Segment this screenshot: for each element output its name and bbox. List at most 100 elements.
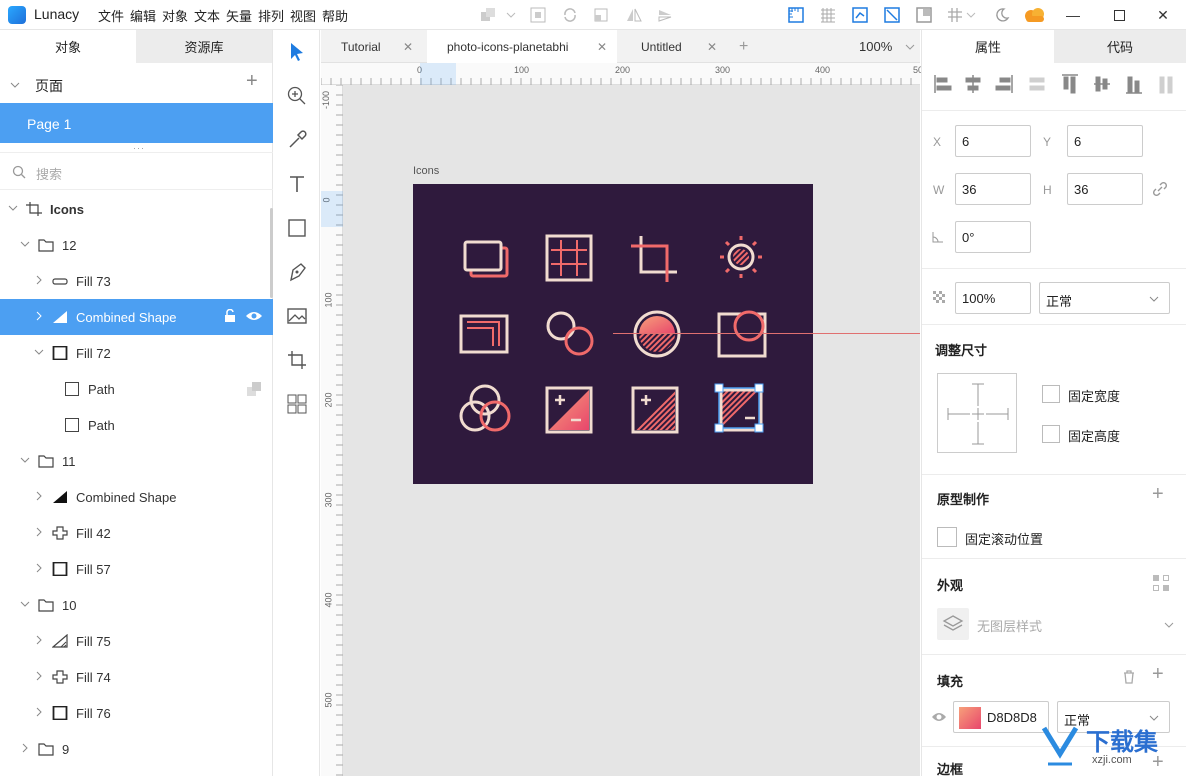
- layer-row[interactable]: Fill 76: [0, 695, 273, 731]
- chevron-down-icon[interactable]: [10, 80, 20, 90]
- eyedropper-tool-icon[interactable]: [287, 130, 307, 150]
- mask-square-icon[interactable]: [717, 310, 767, 358]
- layer-row[interactable]: 10: [0, 587, 273, 623]
- rotate-icon[interactable]: [562, 7, 578, 23]
- eye-icon[interactable]: [245, 310, 263, 325]
- fill-color-swatch[interactable]: [959, 707, 981, 729]
- layer-search[interactable]: 搜索: [0, 152, 273, 190]
- page-item-page-1[interactable]: Page 1: [0, 103, 273, 143]
- rotation-input[interactable]: 0°: [955, 221, 1031, 253]
- chevron-down-icon[interactable]: [20, 455, 30, 465]
- zoom-level[interactable]: 100%: [859, 30, 919, 63]
- y-input[interactable]: 6: [1067, 125, 1143, 157]
- chevron-right-icon[interactable]: [34, 671, 44, 681]
- text-tool-icon[interactable]: [287, 174, 307, 194]
- snap-icon[interactable]: [852, 7, 868, 23]
- image-tool-icon[interactable]: [287, 306, 307, 326]
- venn-icon[interactable]: [459, 384, 511, 432]
- chevron-right-icon[interactable]: [34, 707, 44, 717]
- add-fill-button[interactable]: +: [1152, 663, 1164, 686]
- chevron-right-icon[interactable]: [34, 563, 44, 573]
- constraints-widget[interactable]: [937, 373, 1017, 453]
- layer-row[interactable]: 11: [0, 443, 273, 479]
- fix-scroll-checkbox[interactable]: [937, 527, 957, 547]
- layer-row[interactable]: Path: [0, 371, 273, 407]
- fix-height-checkbox[interactable]: [1042, 425, 1060, 443]
- height-input[interactable]: 36: [1067, 173, 1143, 205]
- chevron-down-icon[interactable]: [506, 7, 516, 23]
- chevron-right-icon[interactable]: [34, 527, 44, 537]
- chevron-down-icon[interactable]: [1164, 620, 1174, 630]
- width-input[interactable]: 36: [955, 173, 1031, 205]
- eye-icon[interactable]: [931, 711, 947, 723]
- tab-tutorial[interactable]: Tutorial ✕: [321, 30, 425, 63]
- chevron-down-icon[interactable]: [20, 239, 30, 249]
- frame-icon[interactable]: [459, 314, 509, 354]
- layer-row[interactable]: Combined Shape: [0, 299, 273, 335]
- union-icon[interactable]: [480, 7, 496, 23]
- crop-icon[interactable]: [593, 7, 609, 23]
- artboard-label[interactable]: Icons: [413, 165, 439, 177]
- artboard-tool-icon[interactable]: [287, 350, 307, 370]
- fill-color-field[interactable]: D8D8D8: [953, 701, 1049, 733]
- mask-indicator-icon[interactable]: [247, 382, 261, 399]
- selected-exposure-icon[interactable]: [714, 383, 764, 433]
- chevron-right-icon[interactable]: [34, 275, 44, 285]
- mask-icon[interactable]: [530, 7, 546, 23]
- menu-edit[interactable]: 编辑: [130, 6, 162, 25]
- grid-layout-icon[interactable]: [820, 7, 836, 23]
- close-tab-icon[interactable]: ✕: [707, 40, 717, 54]
- layer-row[interactable]: 9: [0, 731, 273, 767]
- tab-code[interactable]: 代码: [1054, 30, 1186, 63]
- unlock-icon[interactable]: [224, 308, 236, 326]
- tab-objects[interactable]: 对象: [0, 30, 136, 63]
- brightness-icon[interactable]: [720, 236, 762, 278]
- dark-mode-icon[interactable]: [994, 7, 1010, 23]
- layer-row[interactable]: Fill 73: [0, 263, 273, 299]
- flip-horizontal-icon[interactable]: [626, 7, 642, 23]
- fix-width-checkbox[interactable]: [1042, 385, 1060, 403]
- layer-row[interactable]: Path: [0, 407, 273, 443]
- chevron-down-icon[interactable]: [966, 7, 976, 23]
- pen-tool-icon[interactable]: [287, 262, 307, 282]
- rectangle-tool-icon[interactable]: [287, 218, 307, 238]
- close-tab-icon[interactable]: ✕: [403, 40, 413, 54]
- chevron-right-icon[interactable]: [20, 743, 30, 753]
- menu-text[interactable]: 文本: [194, 6, 226, 25]
- chevron-down-icon[interactable]: [20, 599, 30, 609]
- chevron-right-icon[interactable]: [34, 491, 44, 501]
- close-tab-icon[interactable]: ✕: [597, 40, 607, 54]
- outline-icon[interactable]: [916, 7, 932, 23]
- menu-vector[interactable]: 矢量: [226, 6, 258, 25]
- chevron-down-icon[interactable]: [8, 203, 18, 213]
- chevron-right-icon[interactable]: [34, 635, 44, 645]
- trash-icon[interactable]: [1121, 669, 1137, 685]
- tab-photo-icons-planetabhi[interactable]: photo-icons-planetabhi ✕: [427, 30, 617, 63]
- blend-mode-select[interactable]: 正常: [1039, 282, 1170, 314]
- tab-properties[interactable]: 属性: [922, 30, 1054, 63]
- pixel-snap-icon[interactable]: [884, 7, 900, 23]
- cloud-icon[interactable]: [1022, 7, 1048, 23]
- exposure-hatched-icon[interactable]: [631, 386, 679, 434]
- new-tab-button[interactable]: +: [739, 30, 753, 63]
- artboard-icons[interactable]: [413, 184, 813, 484]
- maximize-button[interactable]: [1096, 0, 1142, 30]
- layer-row[interactable]: Fill 75: [0, 623, 273, 659]
- select-tool-icon[interactable]: [287, 42, 307, 62]
- crop-icon[interactable]: [631, 236, 677, 282]
- ruler-icon[interactable]: [788, 7, 804, 23]
- layer-row[interactable]: Combined Shape: [0, 479, 273, 515]
- x-input[interactable]: 6: [955, 125, 1031, 157]
- add-prototype-button[interactable]: +: [1152, 483, 1164, 506]
- layer-row[interactable]: Icons: [0, 191, 273, 227]
- tab-library[interactable]: 资源库: [136, 30, 272, 63]
- layer-style-placeholder[interactable]: 无图层样式: [977, 616, 1042, 635]
- scrollbar[interactable]: [270, 208, 273, 298]
- exposure-icon[interactable]: [545, 386, 593, 434]
- chevron-down-icon[interactable]: [34, 347, 44, 357]
- layer-row[interactable]: Fill 57: [0, 551, 273, 587]
- tab-untitled[interactable]: Untitled ✕: [621, 30, 725, 63]
- chevron-right-icon[interactable]: [34, 311, 44, 321]
- menu-object[interactable]: 对象: [162, 6, 194, 25]
- link-icon[interactable]: [1152, 181, 1168, 197]
